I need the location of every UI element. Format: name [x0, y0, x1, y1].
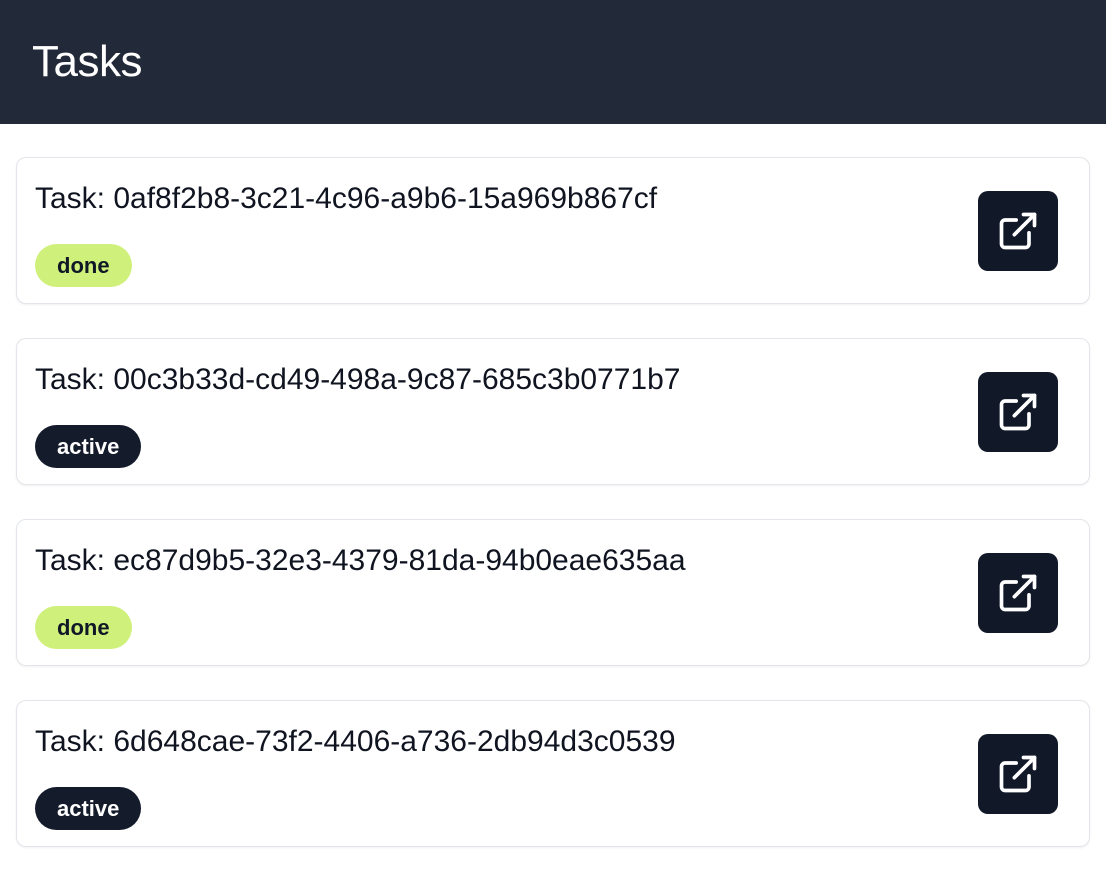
external-link-icon: [999, 755, 1037, 793]
open-task-button[interactable]: [978, 553, 1058, 633]
task-card: Task: 6d648cae-73f2-4406-a736-2db94d3c05…: [16, 700, 1090, 847]
task-list: Task: 0af8f2b8-3c21-4c96-a9b6-15a969b867…: [0, 124, 1106, 847]
task-card: Task: 0af8f2b8-3c21-4c96-a9b6-15a969b867…: [16, 157, 1090, 304]
external-link-icon: [999, 574, 1037, 612]
status-badge: active: [35, 787, 142, 830]
open-task-button[interactable]: [978, 734, 1058, 814]
task-title: Task: ec87d9b5-32e3-4379-81da-94b0eae635…: [35, 544, 686, 577]
task-card: Task: ec87d9b5-32e3-4379-81da-94b0eae635…: [16, 519, 1090, 666]
task-title: Task: 6d648cae-73f2-4406-a736-2db94d3c05…: [35, 725, 676, 758]
task-title: Task: 0af8f2b8-3c21-4c96-a9b6-15a969b867…: [35, 182, 658, 215]
external-link-icon: [999, 212, 1037, 250]
open-task-button[interactable]: [978, 191, 1058, 271]
status-badge: done: [35, 244, 132, 287]
external-link-icon: [999, 393, 1037, 431]
task-title: Task: 00c3b33d-cd49-498a-9c87-685c3b0771…: [35, 363, 681, 396]
open-task-button[interactable]: [978, 372, 1058, 452]
status-badge: done: [35, 606, 132, 649]
task-card: Task: 00c3b33d-cd49-498a-9c87-685c3b0771…: [16, 338, 1090, 485]
status-badge: active: [35, 425, 142, 468]
app-header: Tasks: [0, 0, 1106, 124]
page-title: Tasks: [32, 37, 142, 86]
